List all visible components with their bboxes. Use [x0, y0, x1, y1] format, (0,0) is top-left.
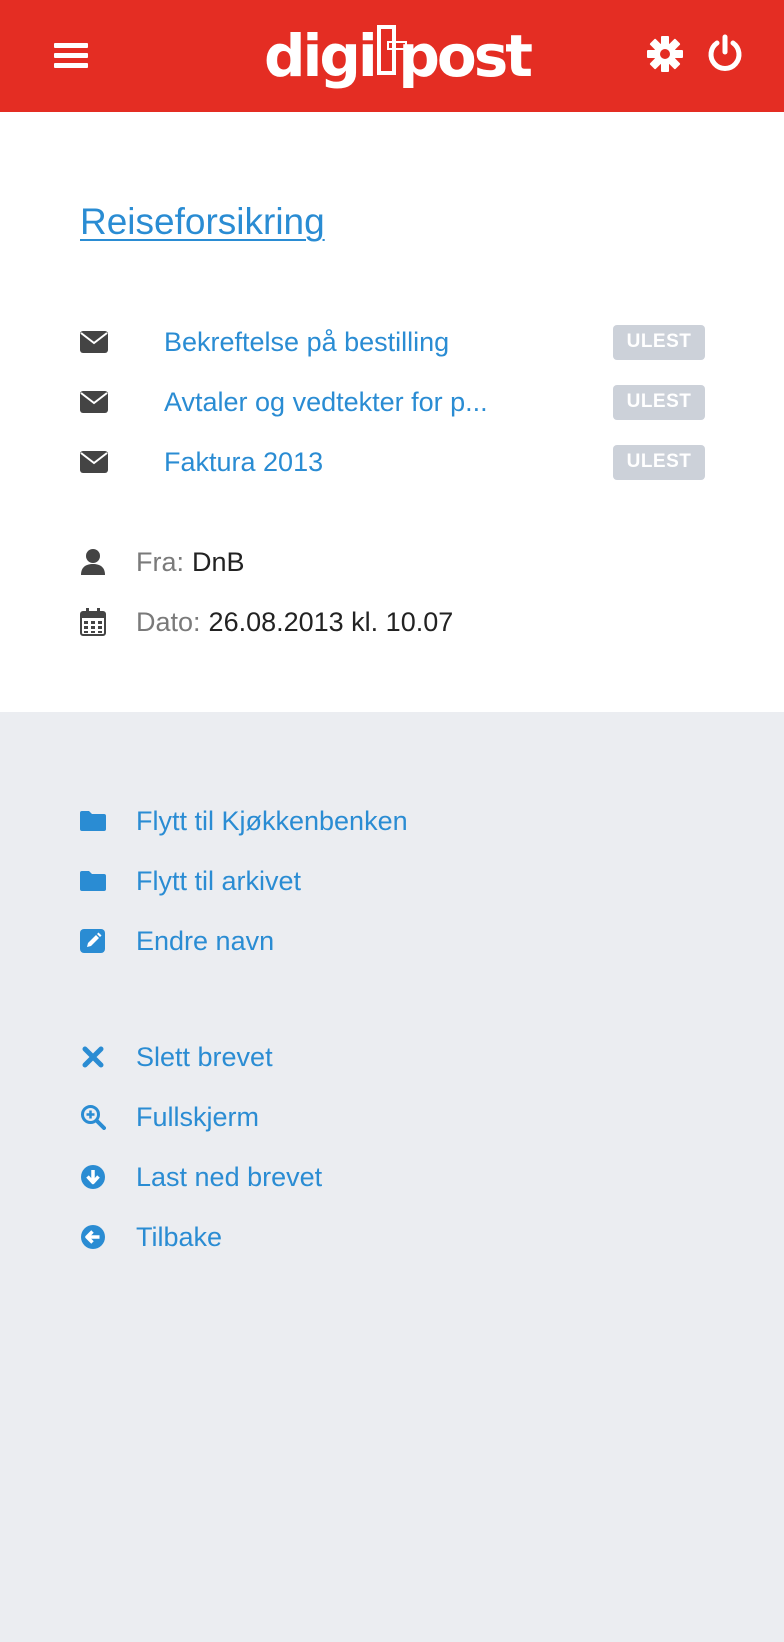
- sender-value: DnB: [192, 546, 245, 577]
- mailbox-icon: [376, 25, 407, 75]
- rename-label: Endre navn: [136, 925, 275, 956]
- unread-badge: ULEST: [613, 324, 705, 360]
- rename-action[interactable]: Endre navn: [80, 921, 274, 961]
- user-icon: [81, 549, 105, 575]
- gear-icon[interactable]: [647, 36, 683, 72]
- sender-label: Fra:: [136, 546, 185, 577]
- document-row[interactable]: Avtaler og vedtekter for p... ULEST: [80, 382, 705, 422]
- envelope-icon: [80, 331, 108, 353]
- arrow-left-icon: [81, 1225, 105, 1249]
- move-to-kitchen-action[interactable]: Flytt til Kjøkkenbenken: [80, 801, 408, 841]
- logo-text-right: post: [398, 22, 533, 90]
- download-letter-action[interactable]: Last ned brevet: [80, 1157, 322, 1197]
- back-action[interactable]: Tilbake: [80, 1217, 222, 1257]
- delete-letter-action[interactable]: Slett brevet: [80, 1037, 273, 1077]
- document-name: Bekreftelse på bestilling: [164, 326, 450, 357]
- date-label: Dato:: [136, 606, 201, 637]
- move-to-archive-label: Flytt til arkivet: [136, 865, 302, 896]
- menu-icon[interactable]: [54, 40, 88, 70]
- digipost-logo[interactable]: digi post: [264, 18, 533, 94]
- back-label: Tilbake: [136, 1221, 223, 1252]
- document-row[interactable]: Faktura 2013 ULEST: [80, 442, 705, 482]
- document-name: Faktura 2013: [164, 446, 324, 477]
- top-bar: digi post: [0, 0, 784, 112]
- download-letter-label: Last ned brevet: [136, 1161, 323, 1192]
- document-name: Avtaler og vedtekter for p...: [164, 386, 488, 417]
- envelope-icon: [80, 451, 108, 473]
- envelope-icon: [80, 391, 108, 413]
- fullscreen-label: Fullskjerm: [136, 1101, 260, 1132]
- power-icon[interactable]: [706, 34, 744, 72]
- unread-badge: ULEST: [613, 384, 705, 420]
- delete-letter-label: Slett brevet: [136, 1041, 273, 1072]
- zoom-in-icon: [81, 1105, 106, 1130]
- letter-title-link[interactable]: Reiseforsikring: [80, 201, 325, 243]
- folder-icon: [80, 811, 106, 831]
- edit-icon: [80, 929, 105, 953]
- logo-text-left: digi: [264, 22, 378, 90]
- sender-row: Fra: DnB: [80, 542, 245, 582]
- date-row: Dato: 26.08.2013 kl. 10.07: [80, 602, 453, 642]
- download-icon: [81, 1165, 105, 1189]
- move-to-kitchen-label: Flytt til Kjøkkenbenken: [136, 805, 408, 836]
- unread-badge: ULEST: [613, 444, 705, 480]
- document-row[interactable]: Bekreftelse på bestilling ULEST: [80, 322, 705, 362]
- letter-panel: Reiseforsikring Bekreftelse på bestillin…: [0, 112, 784, 712]
- calendar-icon: [80, 608, 106, 636]
- fullscreen-action[interactable]: Fullskjerm: [80, 1097, 259, 1137]
- folder-icon: [80, 871, 106, 891]
- date-value: 26.08.2013 kl. 10.07: [208, 606, 454, 637]
- close-icon: [82, 1046, 104, 1068]
- move-to-archive-action[interactable]: Flytt til arkivet: [80, 861, 301, 901]
